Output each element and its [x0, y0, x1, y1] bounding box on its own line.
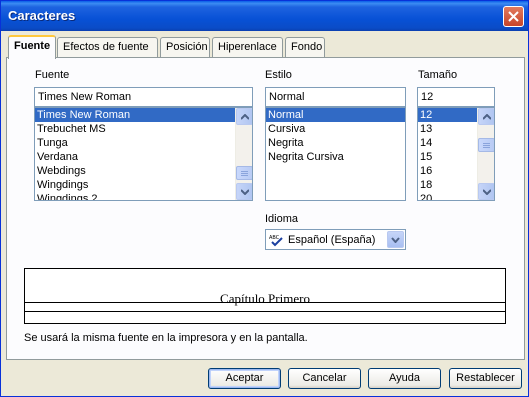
font-list-item[interactable]: Wingdings — [35, 178, 252, 192]
tab-fondo[interactable]: Fondo — [285, 37, 325, 58]
chevron-down-icon — [391, 237, 400, 243]
font-list-item[interactable]: Trebuchet MS — [35, 122, 252, 136]
scroll-thumb[interactable] — [236, 166, 252, 180]
font-list[interactable]: Times New Roman Trebuchet MS Tunga Verda… — [34, 107, 253, 201]
font-list-scrollbar[interactable] — [235, 108, 252, 200]
scroll-down-button[interactable] — [236, 183, 252, 200]
font-preview: Capítulo Primero — [24, 268, 506, 324]
font-list-item[interactable]: Wingdings 2 — [35, 192, 252, 200]
tab-efectos-de-fuente[interactable]: Efectos de fuente — [57, 37, 158, 58]
svg-text:ABC: ABC — [269, 235, 280, 241]
font-list-item[interactable]: Verdana — [35, 150, 252, 164]
size-label: Tamaño — [418, 69, 458, 81]
language-label: Idioma — [265, 213, 299, 225]
character-dialog: Caracteres Fuente Efectos de fuente Posi… — [0, 0, 529, 397]
language-select[interactable]: ABC Español (España) — [265, 229, 406, 250]
title-bar[interactable]: Caracteres — [1, 1, 528, 31]
scroll-down-button[interactable] — [478, 183, 494, 200]
style-list-item[interactable]: Negrita — [266, 136, 405, 150]
scroll-up-button[interactable] — [478, 108, 494, 125]
scroll-thumb[interactable] — [478, 138, 494, 152]
tab-hiperenlace[interactable]: Hiperenlace — [212, 37, 283, 58]
size-list[interactable]: 12 13 14 15 16 18 20 — [417, 107, 495, 201]
ok-button[interactable]: Aceptar — [208, 368, 281, 389]
style-list-item[interactable]: Negrita Cursiva — [266, 150, 405, 164]
style-list-item[interactable]: Normal — [266, 108, 405, 122]
chevron-up-icon — [241, 114, 249, 120]
language-value: Español (España) — [288, 234, 376, 246]
font-name-input[interactable]: Times New Roman — [34, 87, 253, 107]
language-dropdown-button[interactable] — [387, 231, 404, 248]
tab-fuente[interactable]: Fuente — [8, 35, 56, 59]
scroll-up-button[interactable] — [236, 108, 252, 125]
font-list-item[interactable]: Tunga — [35, 136, 252, 150]
chevron-down-icon — [483, 189, 491, 195]
style-input[interactable]: Normal — [265, 87, 406, 107]
chevron-up-icon — [483, 114, 491, 120]
help-button[interactable]: Ayuda — [368, 368, 441, 389]
style-label: Estilo — [265, 69, 292, 81]
window-title: Caracteres — [8, 8, 76, 23]
font-list-item[interactable]: Times New Roman — [35, 108, 252, 122]
preview-text: Capítulo Primero — [220, 291, 310, 306]
style-list[interactable]: Normal Cursiva Negrita Negrita Cursiva — [265, 107, 406, 201]
close-icon — [508, 11, 519, 22]
reset-button[interactable]: Restablecer — [449, 368, 522, 389]
font-list-item[interactable]: Webdings — [35, 164, 252, 178]
tab-posicion[interactable]: Posición — [160, 37, 210, 58]
font-label: Fuente — [35, 69, 70, 81]
preview-note: Se usará la misma fuente en la impresora… — [24, 332, 308, 344]
spellcheck-icon: ABC — [269, 235, 283, 247]
size-list-scrollbar[interactable] — [477, 108, 494, 200]
size-input[interactable]: 12 — [417, 87, 495, 107]
chevron-down-icon — [241, 189, 249, 195]
preview-underline — [25, 311, 505, 312]
close-button[interactable] — [503, 6, 524, 27]
style-list-item[interactable]: Cursiva — [266, 122, 405, 136]
cancel-button[interactable]: Cancelar — [288, 368, 361, 389]
